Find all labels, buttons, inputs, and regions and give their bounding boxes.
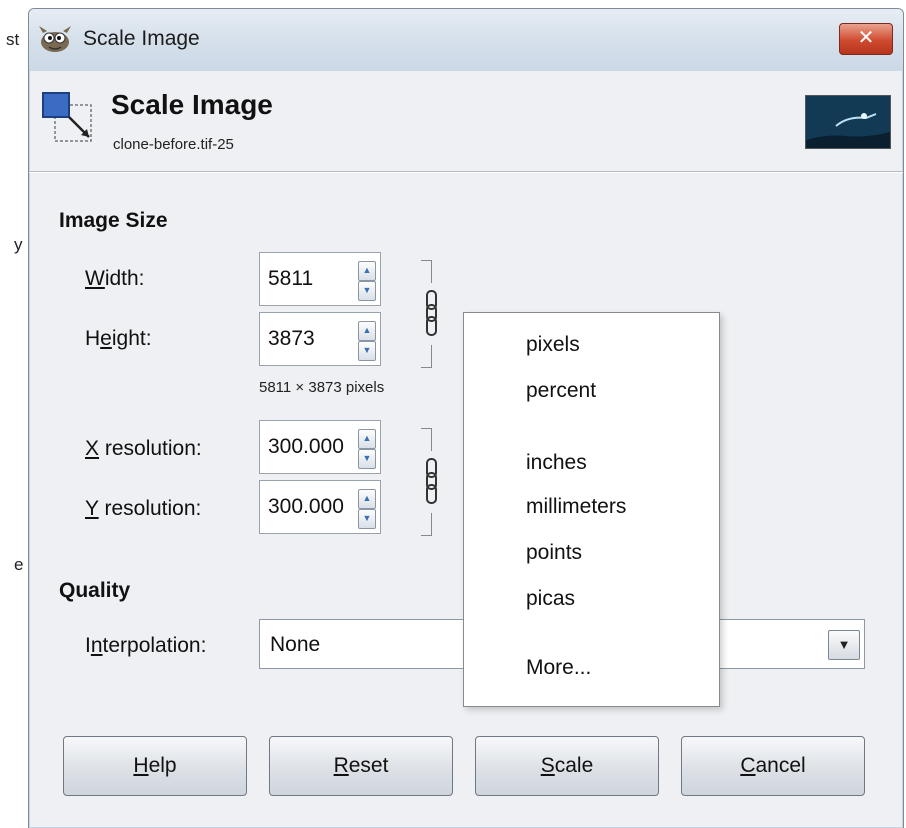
reset-label: eset: [348, 754, 389, 777]
chain-bracket: [421, 345, 432, 368]
x-resolution-label-text: resolution:: [99, 437, 202, 460]
scale-mnemonic: S: [540, 754, 555, 777]
x-resolution-value: 300.000: [268, 435, 344, 458]
resolution-chain-toggle[interactable]: [421, 428, 443, 536]
interpolation-label: Interpolation:: [85, 634, 206, 658]
header-title: Scale Image: [111, 89, 273, 120]
height-increment-button[interactable]: ▲: [358, 321, 376, 341]
chain-bracket: [421, 260, 432, 283]
y-resolution-label: Y resolution:: [85, 497, 201, 521]
width-label-text: idth:: [104, 267, 145, 290]
y-resolution-decrement-button[interactable]: ▼: [358, 509, 376, 529]
image-thumbnail: [805, 95, 891, 149]
close-icon: ✕: [857, 27, 875, 49]
menu-item-inches[interactable]: inches: [526, 451, 587, 475]
menu-item-pixels[interactable]: pixels: [526, 333, 580, 357]
cancel-mnemonic: C: [740, 754, 756, 777]
x-resolution-increment-button[interactable]: ▲: [358, 429, 376, 449]
menu-item-picas[interactable]: picas: [526, 587, 575, 611]
dropdown-arrow-icon[interactable]: ▼: [828, 630, 860, 660]
interpolation-value: None: [270, 633, 321, 656]
header-separator: [29, 171, 903, 173]
header-subtitle: clone-before.tif-25: [113, 136, 234, 153]
y-resolution-mnemonic: Y: [85, 497, 99, 520]
help-button[interactable]: Help: [63, 736, 247, 796]
size-chain-toggle[interactable]: [421, 260, 443, 368]
x-resolution-label: X resolution:: [85, 437, 202, 461]
cancel-button[interactable]: Cancel: [681, 736, 865, 796]
reset-mnemonic: R: [333, 754, 349, 777]
chain-link-icon: [426, 290, 437, 336]
interpolation-mnemonic: n: [90, 634, 103, 657]
unit-menu: pixels percent inches millimeters points…: [463, 312, 720, 707]
width-field[interactable]: 5811 ▲ ▼: [259, 252, 381, 306]
reset-button[interactable]: Reset: [269, 736, 453, 796]
help-label: elp: [148, 754, 177, 777]
dialog-header: Scale Image clone-before.tif-25: [29, 71, 903, 171]
chain-link-icon: [426, 458, 437, 504]
height-label-start: H: [85, 327, 101, 350]
background-text-fragment: y: [14, 235, 23, 254]
height-field[interactable]: 3873 ▲ ▼: [259, 312, 381, 366]
x-resolution-field[interactable]: 300.000 ▲ ▼: [259, 420, 381, 474]
y-resolution-value: 300.000: [268, 495, 344, 518]
x-resolution-mnemonic: X: [85, 437, 100, 460]
width-value: 5811: [268, 267, 314, 290]
y-resolution-label-text: resolution:: [98, 497, 202, 520]
gimp-app-icon: [39, 26, 71, 52]
height-label-text: ight:: [111, 327, 152, 350]
chain-bracket: [421, 428, 432, 451]
x-resolution-decrement-button[interactable]: ▼: [358, 449, 376, 469]
scale-image-icon: [42, 92, 92, 142]
menu-item-points[interactable]: points: [526, 541, 582, 565]
y-resolution-field[interactable]: 300.000 ▲ ▼: [259, 480, 381, 534]
scale-image-dialog: Scale Image ✕ Scale Image clone-before.t…: [28, 8, 904, 828]
width-increment-button[interactable]: ▲: [358, 261, 376, 281]
height-value: 3873: [268, 327, 315, 350]
background-text-fragment: st: [6, 30, 20, 49]
height-decrement-button[interactable]: ▼: [358, 341, 376, 361]
width-decrement-button[interactable]: ▼: [358, 281, 376, 301]
cancel-label: ancel: [755, 754, 806, 777]
height-label: Height:: [85, 327, 152, 351]
pixel-size-info: 5811 × 3873 pixels: [259, 379, 385, 396]
width-label: Width:: [85, 267, 145, 291]
window-titlebar[interactable]: Scale Image ✕: [29, 9, 903, 71]
quality-section-title: Quality: [59, 579, 131, 602]
background-text-fragment: e: [14, 555, 24, 574]
window-title: Scale Image: [83, 27, 200, 50]
scale-button[interactable]: Scale: [475, 736, 659, 796]
height-label-mnemonic: e: [100, 327, 112, 350]
width-label-mnemonic: W: [85, 267, 105, 290]
close-button[interactable]: ✕: [839, 23, 893, 55]
menu-item-millimeters[interactable]: millimeters: [526, 495, 626, 519]
y-resolution-increment-button[interactable]: ▲: [358, 489, 376, 509]
chain-bracket: [421, 513, 432, 536]
help-mnemonic: H: [133, 754, 149, 777]
image-size-section-title: Image Size: [59, 209, 168, 232]
interpolation-label-text: terpolation:: [102, 634, 207, 657]
scale-label: cale: [554, 754, 594, 777]
menu-item-more[interactable]: More...: [526, 656, 591, 680]
menu-item-percent[interactable]: percent: [526, 379, 596, 403]
